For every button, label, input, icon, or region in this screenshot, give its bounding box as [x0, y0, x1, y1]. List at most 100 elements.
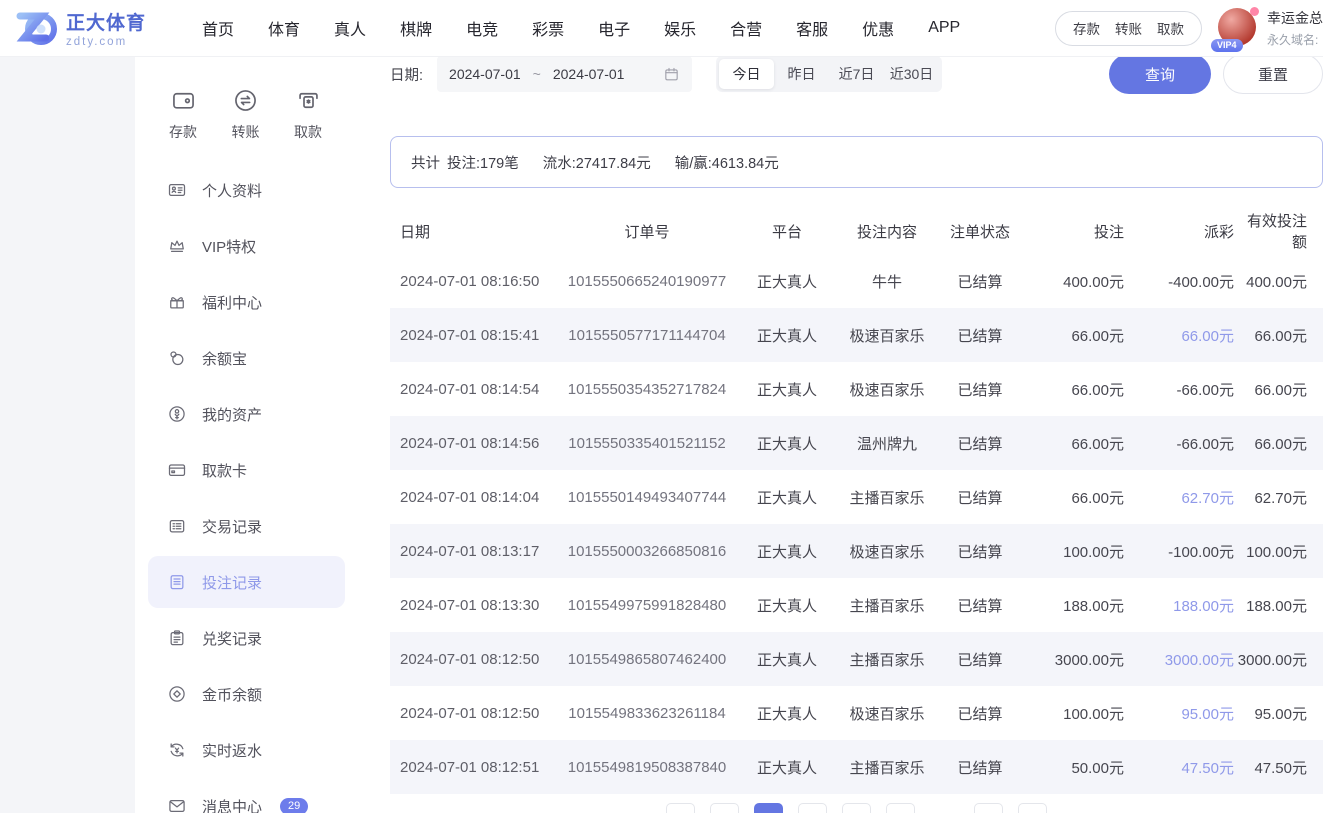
cell-date: 2024-07-01 08:14:56 [400, 434, 540, 452]
top-nav-item[interactable]: 客服 [796, 16, 828, 40]
deposit-icon [170, 87, 197, 114]
notification-dot-icon [1250, 7, 1259, 16]
cell-payout: 188.00元 [1173, 597, 1234, 615]
sidebar-menu: 个人资料 VIP特权 福利中心 余额宝 我的资产 取款卡 交易记录 投注记录 兑… [135, 148, 358, 813]
assets-icon [167, 404, 187, 424]
pagination-button[interactable] [666, 803, 695, 813]
quick-action-label: 转账 [231, 124, 260, 140]
date-range-option[interactable]: 今日 [719, 59, 775, 89]
wallet-actions-pill: 存款 转账 取款 [1055, 10, 1202, 46]
column-header: 日期 [400, 223, 431, 241]
sidebar-menu-item[interactable]: 兑奖记录 [148, 612, 345, 664]
crown-icon [167, 236, 187, 256]
table-row: 2024-07-01 08:14:54 1015550354352717824 … [390, 362, 1323, 416]
cell-bet-amount: 66.00元 [1071, 381, 1124, 399]
sidebar-menu-item[interactable]: 投注记录 [148, 556, 345, 608]
pagination-button[interactable] [1018, 803, 1047, 813]
sidebar-menu-item[interactable]: 消息中心 29 [148, 780, 345, 813]
cell-date: 2024-07-01 08:15:41 [400, 326, 540, 344]
wallet-action[interactable]: 转账 [1115, 18, 1142, 38]
query-button[interactable]: 查询 [1109, 54, 1211, 94]
sidebar-menu-item[interactable]: 实时返水 [148, 724, 345, 776]
date-range-option[interactable]: 近30日 [884, 59, 939, 89]
cell-date: 2024-07-01 08:14:04 [400, 488, 540, 506]
cell-status: 已结算 [957, 381, 1003, 399]
cell-valid-amount: 3000.00元 [1237, 651, 1307, 669]
reset-button[interactable]: 重置 [1223, 54, 1323, 94]
quick-action[interactable]: 存款 [169, 87, 197, 142]
unread-count-badge: 29 [280, 797, 309, 813]
table-row: 2024-07-01 08:16:50 1015550665240190977 … [390, 254, 1323, 308]
cell-date: 2024-07-01 08:12:51 [400, 758, 540, 776]
cell-bet-amount: 66.00元 [1071, 435, 1124, 453]
quick-action[interactable]: 取款 [294, 87, 322, 142]
top-nav-item[interactable]: 合营 [730, 16, 762, 40]
brand-domain: zdty.com [66, 36, 128, 48]
sidebar-menu-label: 福利中心 [202, 294, 263, 312]
cell-bet-content: 主播百家乐 [849, 759, 925, 777]
top-nav-item[interactable]: 首页 [202, 16, 234, 40]
sidebar-menu-item[interactable]: 金币余额 [148, 668, 345, 720]
top-nav-item[interactable]: 棋牌 [400, 16, 432, 40]
pagination-button[interactable] [886, 803, 915, 813]
top-nav-item[interactable]: 优惠 [862, 16, 894, 40]
sidebar-menu-item[interactable]: 福利中心 [148, 276, 345, 328]
vip-badge: VIP4 [1211, 39, 1243, 52]
date-range-option[interactable]: 昨日 [774, 59, 829, 89]
cell-payout: 66.00元 [1181, 327, 1234, 345]
sidebar-menu-item[interactable]: 个人资料 [148, 164, 345, 216]
cell-bet-content: 温州牌九 [856, 435, 917, 453]
sidebar-menu-item[interactable]: 我的资产 [148, 388, 345, 440]
quick-action[interactable]: 转账 [232, 87, 260, 142]
top-nav-item[interactable]: APP [928, 19, 960, 37]
pagination-button[interactable] [798, 803, 827, 813]
top-nav-item[interactable]: 电子 [598, 16, 630, 40]
cell-platform: 正大真人 [756, 705, 817, 723]
logo[interactable]: 正大体育 zdty.com [16, 8, 146, 48]
date-range-presets: 今日 昨日 近7日 近30日 [716, 56, 943, 92]
table-row: 2024-07-01 08:13:17 1015550003266850816 … [390, 524, 1323, 578]
date-range-input[interactable]: 2024-07-01 ~ 2024-07-01 [437, 56, 693, 92]
user-info[interactable]: VIP4 幸运金总 永久域名: [1211, 7, 1323, 52]
top-nav-item[interactable]: 娱乐 [664, 16, 696, 40]
sidebar-menu-item[interactable]: VIP特权 [148, 220, 345, 272]
top-nav-item[interactable]: 电竞 [466, 16, 498, 40]
cell-payout: 47.50元 [1181, 759, 1234, 777]
cell-platform: 正大真人 [756, 327, 817, 345]
date-filter-label: 日期: [390, 67, 424, 84]
top-nav-item[interactable]: 真人 [334, 16, 366, 40]
filter-bar: 日期: 2024-07-01 ~ 2024-07-01 今日 昨日 近7日 近30日 … [390, 52, 1323, 96]
pagination-button[interactable] [710, 803, 739, 813]
table-row: 2024-07-01 08:12:50 1015549833623261184 … [390, 686, 1323, 740]
cell-bet-content: 极速百家乐 [849, 705, 925, 723]
quick-action-label: 存款 [169, 124, 197, 140]
cell-bet-amount: 66.00元 [1071, 489, 1124, 507]
cell-valid-amount: 188.00元 [1246, 597, 1307, 615]
sidebar-menu-item[interactable]: 余额宝 [148, 332, 345, 384]
cell-bet-content: 主播百家乐 [849, 597, 925, 615]
user-name: 幸运金总 [1267, 10, 1323, 26]
cell-status: 已结算 [957, 759, 1003, 777]
cell-order-number: 1015550335401521152 [568, 434, 726, 452]
date-range-separator: ~ [532, 66, 541, 82]
pagination-button[interactable] [754, 803, 783, 813]
pagination-button[interactable] [974, 803, 1003, 813]
withdraw-icon [295, 87, 322, 114]
wallet-action[interactable]: 存款 [1073, 18, 1100, 38]
calendar-icon[interactable] [663, 66, 680, 83]
column-header: 注单状态 [949, 223, 1010, 241]
wallet-action[interactable]: 取款 [1157, 18, 1184, 38]
cell-payout: -66.00元 [1176, 381, 1234, 399]
date-range-option[interactable]: 近7日 [829, 59, 884, 89]
pagination-button[interactable] [842, 803, 871, 813]
top-nav-item[interactable]: 体育 [268, 16, 300, 40]
sidebar-quick-actions: 存款 转账 取款 [135, 57, 358, 148]
brand-mark-icon [16, 8, 58, 48]
top-nav-item[interactable]: 彩票 [532, 16, 564, 40]
cell-platform: 正大真人 [756, 381, 817, 399]
cell-platform: 正大真人 [756, 489, 817, 507]
sidebar-menu-item[interactable]: 交易记录 [148, 500, 345, 552]
sidebar-menu-item[interactable]: 取款卡 [148, 444, 345, 496]
cell-valid-amount: 62.70元 [1254, 489, 1307, 507]
cell-bet-content: 牛牛 [871, 273, 902, 291]
